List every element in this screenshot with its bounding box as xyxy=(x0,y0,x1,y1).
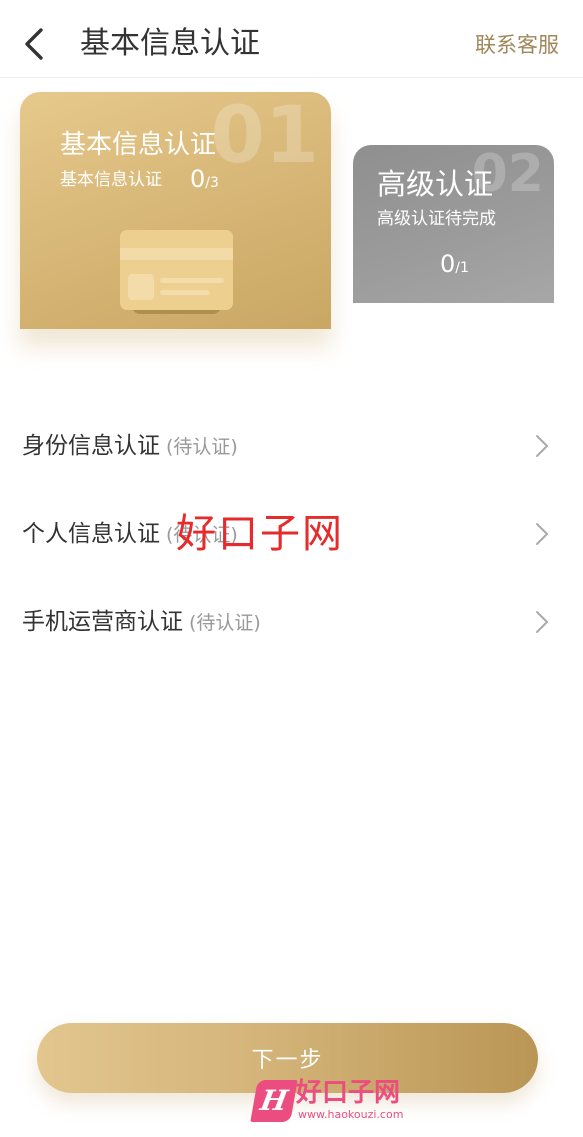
watermark-text: 好口子网 xyxy=(176,511,344,557)
id-card-icon xyxy=(120,230,233,316)
card-title: 基本信息认证 xyxy=(60,130,217,160)
h-logo-icon: H xyxy=(250,1080,298,1122)
watermark-logo: H 好口子网 www.haokouzi.com xyxy=(250,1078,414,1128)
card-title: 高级认证 xyxy=(377,167,494,201)
progress-done: 0 xyxy=(190,165,206,193)
list-item-carrier[interactable]: 手机运营商认证 (待认证) xyxy=(0,592,583,652)
list-item-label: 个人信息认证 xyxy=(22,521,160,547)
basic-info-card[interactable]: 01 基本信息认证 基本信息认证 0/3 xyxy=(20,92,331,329)
chevron-right-icon xyxy=(536,611,548,633)
progress-total: /1 xyxy=(455,260,469,276)
list-item-identity[interactable]: 身份信息认证 (待认证) xyxy=(0,416,583,476)
chevron-left-icon xyxy=(25,28,43,60)
list-item-status: (待认证) xyxy=(166,436,238,458)
card-subtitle: 基本信息认证 xyxy=(60,170,162,190)
chevron-right-icon xyxy=(536,523,548,545)
advanced-verification-card[interactable]: 02 高级认证 高级认证待完成 0/1 xyxy=(353,145,554,303)
next-step-label: 下一步 xyxy=(251,1048,324,1073)
top-nav-bar: 基本信息认证 联系客服 xyxy=(0,0,583,78)
list-item-label: 身份信息认证 xyxy=(22,433,160,459)
progress-done: 0 xyxy=(440,250,456,278)
list-item-status: (待认证) xyxy=(189,612,261,634)
progress-total: /3 xyxy=(205,175,219,191)
card-subtitle: 高级认证待完成 xyxy=(377,209,496,229)
card-progress: 0/1 xyxy=(440,249,469,279)
card-progress: 0/3 xyxy=(190,164,219,194)
list-item-label: 手机运营商认证 xyxy=(22,609,183,635)
chevron-right-icon xyxy=(536,435,548,457)
watermark-brand: 好口子网 xyxy=(296,1078,401,1108)
watermark-url: www.haokouzi.com xyxy=(298,1108,404,1121)
contact-service-link[interactable]: 联系客服 xyxy=(475,30,559,60)
back-button[interactable] xyxy=(16,22,52,66)
page-title: 基本信息认证 xyxy=(80,26,260,61)
card-step-number: 01 xyxy=(210,92,319,181)
